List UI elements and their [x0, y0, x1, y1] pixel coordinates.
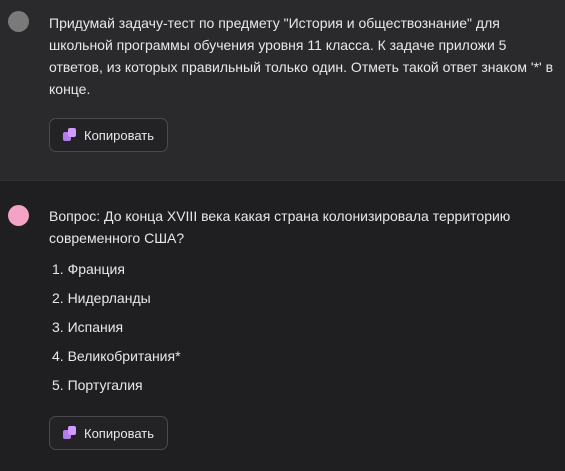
list-item: 1. Франция: [52, 261, 125, 277]
list-item: 4. Великобритания*: [52, 348, 181, 364]
question-text: Вопрос: До конца XVIII века какая страна…: [49, 208, 511, 246]
copy-icon: [63, 128, 77, 142]
copy-button-label: Копировать: [84, 127, 154, 143]
user-avatar: [8, 11, 29, 32]
list-item: 3. Испания: [52, 319, 124, 335]
copy-button[interactable]: Копировать: [49, 416, 168, 450]
user-message-text: Придумай задачу-тест по предмету "Истори…: [49, 15, 554, 97]
list-item: 5. Португалия: [52, 377, 143, 393]
list-item: 2. Нидерланды: [52, 290, 151, 306]
assistant-avatar: [8, 205, 29, 226]
assistant-message: Вопрос: До конца XVIII века какая страна…: [0, 181, 565, 471]
answer-list: 1. Франция 2. Нидерланды 3. Испания 4. В…: [52, 258, 181, 403]
copy-icon: [63, 426, 77, 440]
user-message: Придумай задачу-тест по предмету "Истори…: [0, 0, 565, 181]
copy-button[interactable]: Копировать: [49, 118, 168, 152]
copy-button-label: Копировать: [84, 425, 154, 441]
